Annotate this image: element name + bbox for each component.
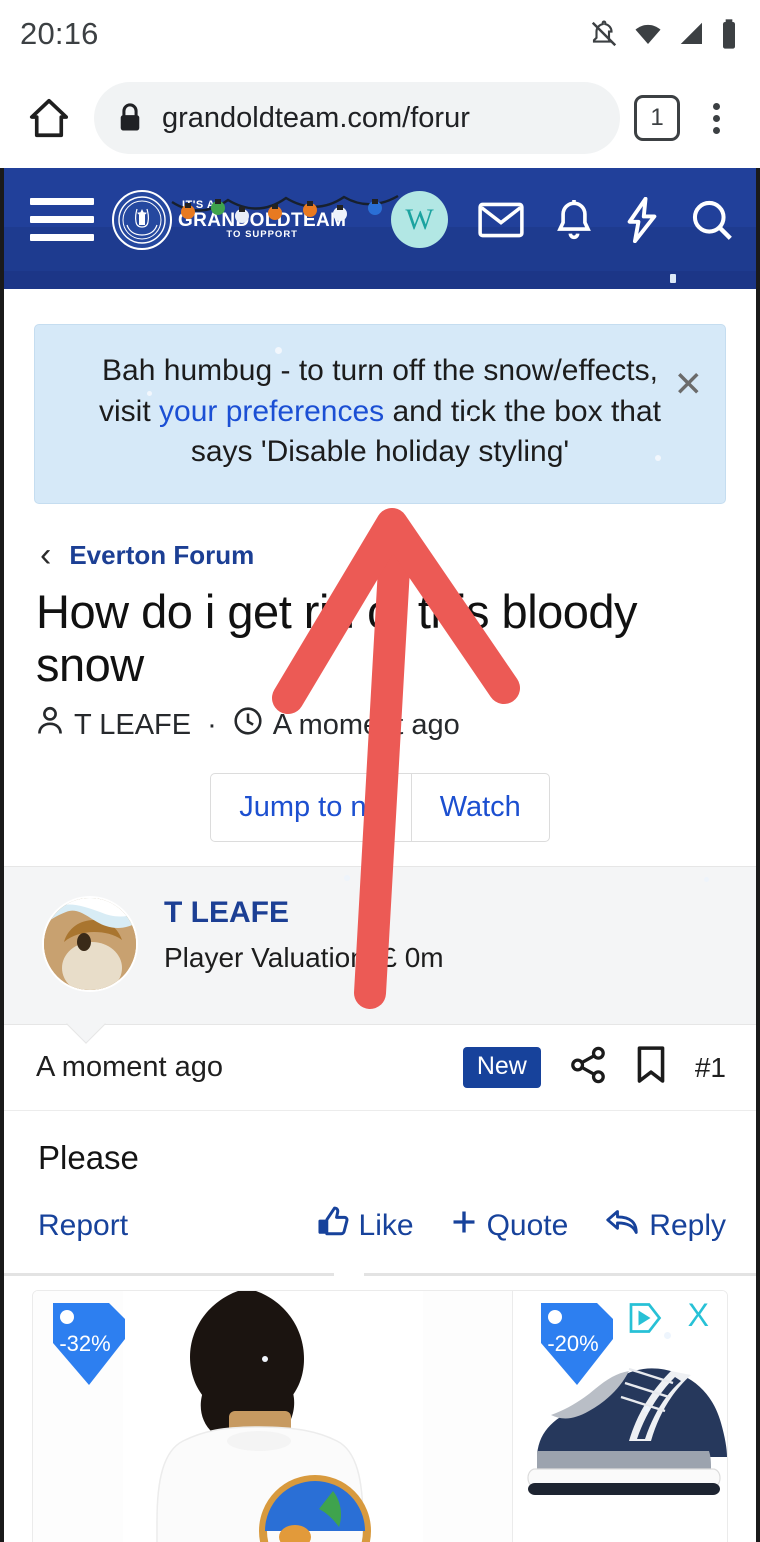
post-timestamp: A moment ago — [36, 1051, 223, 1084]
site-header: IT'S A GRANDOLDTEAM TO SUPPORT W — [4, 168, 756, 271]
discount-tag-icon: -20% — [541, 1303, 613, 1386]
thread-action-row: Jump to ne Watch — [4, 773, 756, 843]
battery-icon — [720, 18, 738, 50]
user-icon — [36, 705, 64, 745]
watch-button[interactable]: Watch — [410, 773, 550, 843]
header-subbar — [4, 271, 756, 289]
lightning-bolt-icon[interactable] — [624, 196, 660, 243]
android-status-bar: 20:16 — [0, 0, 760, 68]
thread-button-group: Jump to ne Watch — [210, 773, 550, 843]
report-link[interactable]: Report — [38, 1209, 128, 1243]
inbox-envelope-icon[interactable] — [478, 200, 524, 240]
brand-line-3: TO SUPPORT — [226, 228, 298, 240]
post-action-row: Report Like Quote Reply — [4, 1177, 756, 1273]
preferences-link[interactable]: your preferences — [159, 395, 384, 428]
url-text: grandoldteam.com/forur — [162, 101, 470, 134]
page-content: Bah humbug - to turn off the snow/effect… — [4, 324, 756, 1542]
jump-to-new-button[interactable]: Jump to ne — [210, 773, 411, 843]
chevron-left-icon[interactable]: ‹ — [40, 538, 51, 572]
reply-arrow-icon — [604, 1206, 640, 1246]
share-icon[interactable] — [569, 1046, 607, 1089]
ad-item-left[interactable]: -32% — [33, 1291, 513, 1542]
header-icon-tray: W — [391, 191, 734, 248]
close-icon[interactable]: ✕ — [674, 367, 703, 402]
post-user-header: T LEAFE Player Valuation: £ 0m — [4, 867, 756, 1045]
close-icon[interactable]: X — [688, 1299, 709, 1331]
post-meta-row: A moment ago New #1 — [4, 1025, 756, 1112]
holiday-styling-notice: Bah humbug - to turn off the snow/effect… — [34, 324, 726, 504]
snow-flake — [704, 877, 709, 883]
advertisement-block: -32% -20% X — [4, 1276, 756, 1542]
post-meta-actions: New #1 — [462, 1045, 726, 1090]
breadcrumb-link-everton-forum[interactable]: Everton Forum — [69, 540, 254, 571]
status-icon-tray — [589, 18, 738, 50]
like-button[interactable]: Like — [316, 1205, 414, 1247]
thread-author: T LEAFE — [74, 708, 192, 741]
reply-button[interactable]: Reply — [604, 1206, 726, 1246]
thread-time: A moment ago — [272, 708, 460, 741]
discount-tag-icon: -32% — [53, 1303, 125, 1386]
snow-flake — [670, 274, 676, 283]
phone-screen: 20:16 grandoldteam.com/forur 1 IT'S A GR… — [0, 0, 760, 1542]
site-logo[interactable]: IT'S A GRANDOLDTEAM TO SUPPORT — [112, 189, 399, 250]
notification-bell-icon[interactable] — [554, 198, 594, 242]
kebab-menu-icon[interactable] — [692, 94, 740, 142]
ad-item-right[interactable]: -20% X — [521, 1291, 727, 1542]
post-username[interactable]: T LEAFE — [164, 896, 444, 930]
svg-text:-32%: -32% — [59, 1331, 110, 1356]
post-number[interactable]: #1 — [695, 1052, 726, 1084]
post-user-info: T LEAFE Player Valuation: £ 0m — [164, 892, 444, 974]
page-title: How do i get rid of this bloody snow — [36, 585, 638, 691]
avatar[interactable] — [42, 896, 138, 993]
status-clock: 20:16 — [20, 16, 99, 51]
snow-flake — [344, 875, 350, 882]
clock-icon — [233, 706, 263, 744]
everton-crest-icon — [112, 189, 172, 250]
ad-container[interactable]: -32% -20% X — [32, 1290, 728, 1542]
breadcrumb[interactable]: ‹ Everton Forum — [4, 504, 756, 572]
hamburger-menu-icon[interactable] — [30, 198, 94, 241]
reply-label: Reply — [649, 1209, 726, 1243]
home-icon[interactable] — [22, 91, 76, 145]
plus-icon — [450, 1208, 478, 1244]
address-bar[interactable]: grandoldteam.com/forur — [94, 82, 620, 154]
cell-signal-icon — [677, 19, 707, 49]
notifications-off-icon — [589, 19, 619, 49]
quote-label: Quote — [486, 1209, 569, 1243]
quote-button[interactable]: Quote — [450, 1208, 569, 1244]
adchoices-icon[interactable] — [629, 1303, 663, 1334]
like-label: Like — [358, 1209, 414, 1243]
tab-switcher-button[interactable]: 1 — [634, 95, 680, 141]
search-icon[interactable] — [690, 198, 734, 242]
status-badge: New — [462, 1047, 541, 1089]
notice-text: Bah humbug - to turn off the snow/effect… — [61, 351, 699, 473]
thumbs-up-icon — [316, 1205, 350, 1247]
post-user-title: Player Valuation: £ 0m — [164, 942, 444, 974]
post-body-text: Please — [38, 1139, 139, 1177]
chrome-omnibox-bar: grandoldteam.com/forur 1 — [0, 68, 760, 168]
svg-text:-20%: -20% — [547, 1331, 598, 1356]
wifi-icon — [632, 19, 664, 49]
avatar[interactable]: W — [391, 191, 448, 248]
thread-meta: T LEAFE · A moment ago — [4, 691, 756, 745]
brand-wordmark: IT'S A GRANDOLDTEAM TO SUPPORT — [178, 199, 347, 240]
brand-line-2: GRANDOLDTEAM — [178, 209, 347, 231]
bookmark-icon[interactable] — [635, 1045, 667, 1090]
meta-separator: · — [207, 708, 217, 741]
web-page-viewport: IT'S A GRANDOLDTEAM TO SUPPORT W Bah hum… — [0, 168, 760, 1542]
post-action-buttons: Like Quote Reply — [316, 1205, 726, 1247]
lock-icon — [116, 102, 144, 134]
